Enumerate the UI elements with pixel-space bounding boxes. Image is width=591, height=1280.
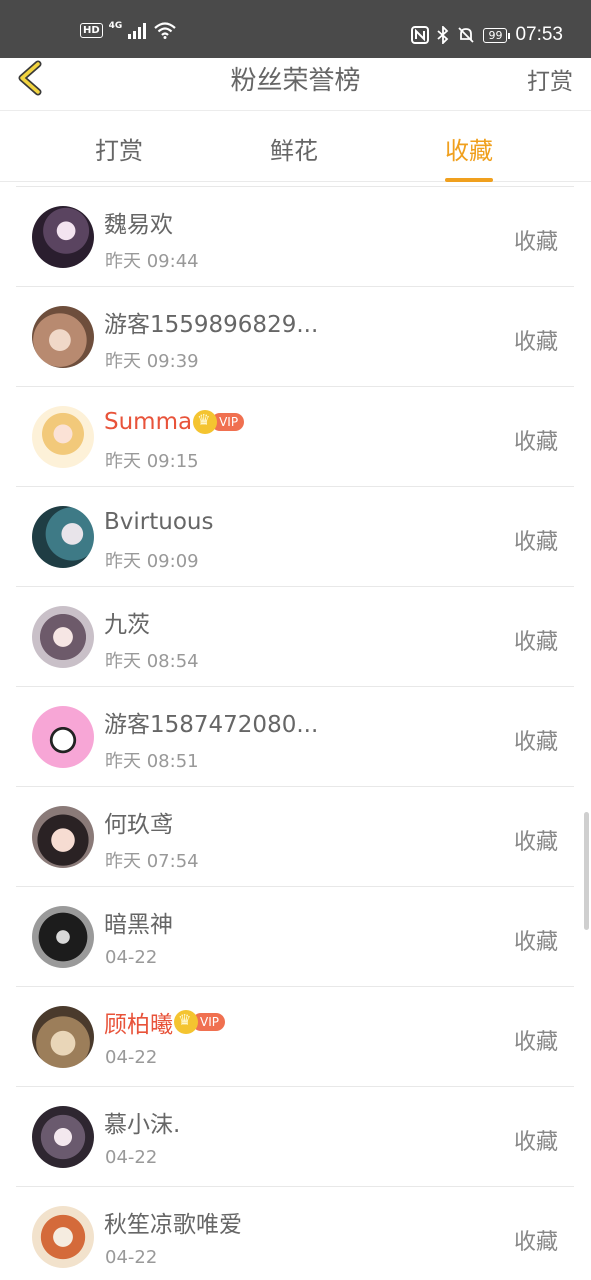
avatar[interactable] (32, 906, 94, 968)
user-name: 何玖鸢 (104, 812, 173, 838)
status-bar: HD 4G 99 07:53 (0, 0, 591, 58)
list-item[interactable]: Summa VIP 昨天 09:15 收藏 (16, 387, 574, 487)
user-name: 慕小沫. (104, 1112, 181, 1138)
crown-icon (174, 1010, 198, 1034)
list-item[interactable]: 秋笙凉歌唯爱 04-22 收藏 (16, 1187, 574, 1280)
name-line: Summa VIP (104, 407, 245, 437)
user-name: 秋笙凉歌唯爱 (104, 1212, 242, 1238)
status-right: 99 07:53 (411, 24, 563, 46)
list-item[interactable]: 游客1559896829... 昨天 09:39 收藏 (16, 287, 574, 387)
list-item[interactable]: 游客1587472080... 昨天 08:51 收藏 (16, 687, 574, 787)
collect-label: 收藏 (513, 1230, 558, 1255)
user-name: 魏易欢 (104, 212, 173, 238)
status-time: 07:53 (515, 24, 563, 45)
avatar[interactable] (32, 1206, 94, 1268)
tab-flowers[interactable]: 鲜花 (270, 131, 318, 166)
fan-list: 魏易欢 昨天 09:44 收藏 游客1559896829... 昨天 09:39… (16, 186, 574, 1280)
timestamp: 04-22 (105, 1047, 158, 1068)
user-name: 游客1559896829... (104, 312, 319, 338)
name-line: 慕小沫. (104, 1107, 181, 1138)
timestamp: 昨天 09:09 (105, 551, 199, 572)
top-nav-bar: 粉丝荣誉榜 打赏 (0, 58, 591, 111)
timestamp: 昨天 09:44 (105, 251, 199, 272)
timestamp: 昨天 07:54 (105, 851, 199, 872)
avatar[interactable] (32, 806, 94, 868)
user-name: 暗黑神 (104, 912, 173, 938)
page-title: 粉丝荣誉榜 (230, 66, 361, 96)
avatar[interactable] (32, 1106, 94, 1168)
collect-label: 收藏 (513, 1030, 558, 1055)
wifi-icon (154, 22, 177, 39)
name-line: 秋笙凉歌唯爱 (104, 1207, 242, 1238)
list-item[interactable]: 暗黑神 04-22 收藏 (16, 887, 574, 987)
user-name: Bvirtuous (104, 509, 214, 535)
crown-icon (193, 410, 218, 434)
tab-reward[interactable]: 打赏 (95, 131, 143, 166)
collect-label: 收藏 (513, 930, 558, 955)
collect-label: 收藏 (513, 730, 558, 755)
timestamp: 04-22 (105, 1147, 158, 1168)
timestamp: 04-22 (105, 947, 158, 968)
hd-icon: HD (80, 23, 103, 38)
avatar[interactable] (32, 506, 94, 568)
signal-icon (128, 22, 147, 39)
nfc-icon (411, 26, 430, 44)
avatar[interactable] (32, 1006, 94, 1068)
timestamp: 04-22 (105, 1247, 158, 1268)
tab-active-indicator (445, 178, 493, 182)
avatar[interactable] (32, 206, 94, 268)
name-line: 顾柏曦 VIP (104, 1007, 225, 1038)
name-line: Bvirtuous (104, 507, 213, 537)
tab-collect[interactable]: 收藏 (445, 131, 493, 182)
collect-label: 收藏 (513, 430, 558, 455)
list-item[interactable]: 何玖鸢 昨天 07:54 收藏 (16, 787, 574, 887)
collect-label: 收藏 (513, 530, 558, 555)
name-line: 游客1559896829... (104, 307, 319, 338)
user-name: 九茨 (104, 612, 150, 638)
collect-label: 收藏 (513, 330, 558, 355)
name-line: 九茨 (104, 607, 150, 638)
bell-off-icon (458, 27, 475, 43)
collect-label: 收藏 (513, 1130, 558, 1155)
reward-button[interactable]: 打赏 (527, 62, 573, 96)
network-type: 4G (108, 20, 123, 31)
list-item[interactable]: 慕小沫. 04-22 收藏 (16, 1087, 574, 1187)
user-name: 游客1587472080... (104, 712, 319, 738)
list-item[interactable]: Bvirtuous 昨天 09:09 收藏 (16, 487, 574, 587)
avatar[interactable] (32, 406, 94, 468)
status-left: HD 4G (80, 20, 177, 39)
battery-indicator: 99 (483, 27, 511, 43)
bluetooth-icon (437, 26, 449, 44)
timestamp: 昨天 09:15 (105, 451, 199, 472)
tab-bar: 打赏 鲜花 收藏 (0, 111, 591, 182)
timestamp: 昨天 09:39 (105, 351, 199, 372)
list-item[interactable]: 顾柏曦 VIP 04-22 收藏 (16, 987, 574, 1087)
user-name: Summa (104, 409, 193, 435)
timestamp: 昨天 08:54 (105, 651, 199, 672)
tab-label: 鲜花 (270, 137, 318, 165)
collect-label: 收藏 (513, 630, 558, 655)
user-name: 顾柏曦 (104, 1012, 173, 1038)
list-item[interactable]: 魏易欢 昨天 09:44 收藏 (16, 187, 574, 287)
tab-label: 打赏 (95, 137, 143, 165)
avatar[interactable] (32, 606, 94, 668)
name-line: 何玖鸢 (104, 807, 173, 838)
timestamp: 昨天 08:51 (105, 751, 199, 772)
list-item[interactable]: 九茨 昨天 08:54 收藏 (16, 587, 574, 687)
avatar[interactable] (32, 706, 94, 768)
name-line: 游客1587472080... (104, 707, 319, 738)
tab-label: 收藏 (445, 137, 493, 165)
collect-label: 收藏 (513, 830, 558, 855)
scrollbar[interactable] (584, 812, 589, 930)
collect-label: 收藏 (513, 230, 558, 255)
name-line: 魏易欢 (104, 207, 173, 238)
avatar[interactable] (32, 306, 94, 368)
name-line: 暗黑神 (104, 907, 173, 938)
